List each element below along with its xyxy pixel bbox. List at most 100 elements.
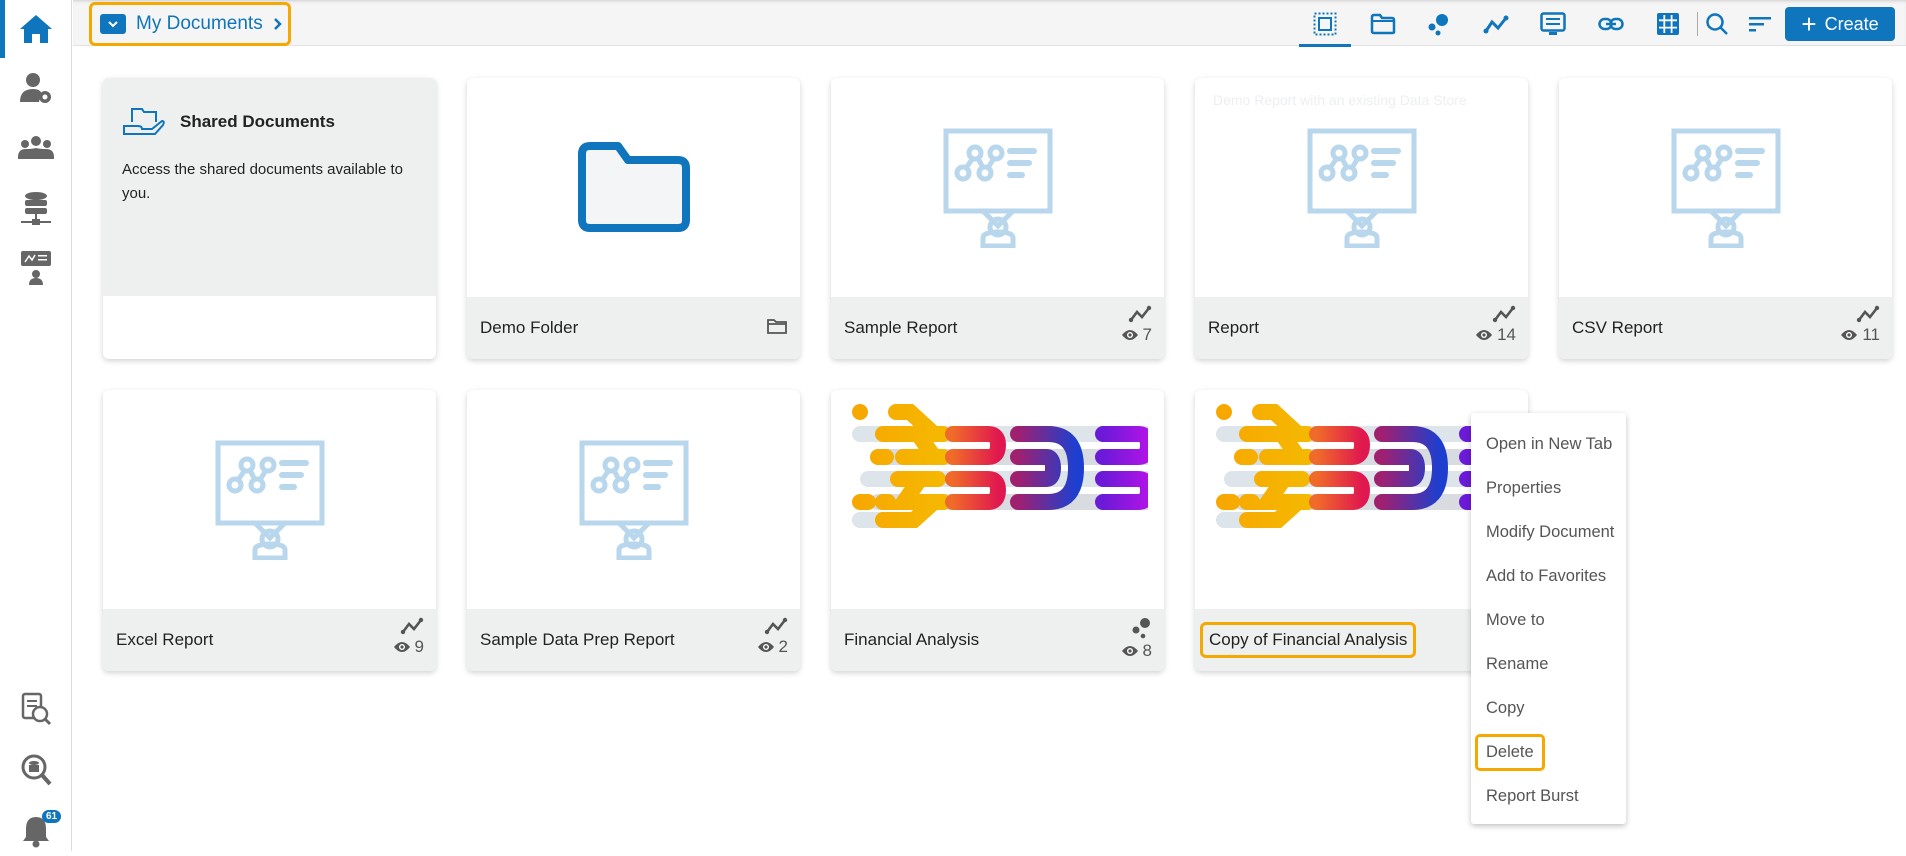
search-button[interactable] (1697, 6, 1737, 42)
eye-icon (1121, 330, 1138, 340)
search-icon (1706, 13, 1728, 35)
sidebar-item-notifications[interactable]: 61 (0, 806, 72, 856)
menu-item-rename[interactable]: Rename (1471, 642, 1626, 686)
card-footer (103, 296, 436, 359)
card-title[interactable]: CSV Report (1572, 318, 1663, 338)
presenter-icon (21, 251, 51, 285)
sidebar-item-data-connectors[interactable] (0, 184, 72, 234)
database-network-icon (21, 192, 51, 225)
document-card-financial-analysis[interactable]: Financial Analysis 8 (831, 390, 1164, 671)
card-thumbnail (1559, 78, 1892, 297)
menu-item-report-burst[interactable]: Report Burst (1471, 774, 1626, 818)
menu-item-delete[interactable]: Delete (1471, 730, 1626, 774)
folder-filter-button[interactable] (1363, 6, 1403, 42)
document-card-demo-folder[interactable]: Demo Folder (467, 78, 800, 359)
select-all-button[interactable] (1299, 6, 1351, 47)
view-count: 14 (1475, 325, 1516, 345)
view-count: 2 (757, 637, 788, 657)
report-thumbnail-icon (579, 440, 688, 560)
card-title[interactable]: Financial Analysis (844, 630, 979, 650)
document-card-sample-data-prep-report[interactable]: Sample Data Prep Report 2 (467, 390, 800, 671)
sidebar-item-data-catalog[interactable] (0, 684, 72, 734)
sort-button[interactable] (1740, 6, 1780, 42)
folder-thumbnail-icon (577, 141, 690, 232)
report-filter-button[interactable] (1476, 6, 1516, 42)
card-title[interactable]: Report (1208, 318, 1259, 338)
menu-item-label: Modify Document (1486, 522, 1615, 541)
folder-dropdown-icon[interactable] (100, 14, 126, 34)
menu-item-label: Rename (1486, 654, 1549, 673)
report-type-icon (1128, 305, 1152, 323)
report-type-icon (1492, 305, 1516, 323)
sidebar-item-home[interactable] (0, 0, 72, 58)
menu-item-add-to-favorites[interactable]: Add to Favorites (1471, 554, 1626, 598)
card-thumbnail (831, 390, 1164, 609)
notification-count-badge: 61 (42, 810, 62, 823)
shared-documents-title: Shared Documents (180, 112, 335, 131)
card-title[interactable]: Excel Report (116, 630, 213, 650)
card-footer: Excel Report 9 (103, 609, 436, 671)
grid-icon (1657, 13, 1679, 35)
sort-icon (1749, 17, 1771, 32)
sidebar-item-groups[interactable] (0, 123, 72, 173)
breadcrumb-my-documents[interactable]: My Documents (136, 13, 263, 35)
shared-documents-card[interactable]: Shared Documents Access the shared docum… (103, 78, 436, 359)
view-count-value: 7 (1142, 325, 1152, 344)
card-thumbnail (467, 390, 800, 609)
story-logo-thumbnail (851, 404, 1148, 528)
menu-item-label: Properties (1486, 478, 1562, 497)
menu-item-modify-document[interactable]: Modify Document (1471, 510, 1626, 554)
menu-item-properties[interactable]: Properties (1471, 466, 1626, 510)
report-type-icon (1856, 305, 1880, 323)
card-footer: Demo Folder (467, 297, 800, 359)
document-card-report[interactable]: Demo Report with an existing Data Store R… (1195, 78, 1528, 359)
report-thumbnail-icon (1671, 128, 1780, 248)
report-type-icon (764, 617, 788, 635)
report-type-icon (400, 617, 424, 635)
card-title[interactable]: Sample Data Prep Report (480, 630, 675, 650)
eye-icon (1121, 646, 1138, 656)
document-card-csv-report[interactable]: CSV Report 11 (1559, 78, 1892, 359)
menu-item-copy[interactable]: Copy (1471, 686, 1626, 730)
card-title[interactable]: Demo Folder (480, 318, 578, 338)
menu-item-label: Add to Favorites (1486, 566, 1607, 585)
user-gear-icon (20, 73, 51, 103)
presentation-filter-button[interactable] (1533, 6, 1573, 42)
menu-item-label: Report Burst (1486, 786, 1579, 805)
folder-type-icon (767, 319, 787, 334)
view-count-value: 9 (414, 637, 424, 656)
document-card-sample-report[interactable]: Sample Report 7 (831, 78, 1164, 359)
home-icon (20, 15, 52, 43)
view-count-value: 14 (1497, 325, 1516, 344)
eye-icon (1476, 330, 1493, 340)
eye-icon (757, 642, 774, 652)
document-card-excel-report[interactable]: Excel Report 9 (103, 390, 436, 671)
menu-item-label: Copy (1486, 698, 1525, 717)
create-label: Create (1824, 13, 1879, 34)
card-title[interactable]: Copy of Financial Analysis (1200, 622, 1417, 658)
create-button[interactable]: + Create (1785, 7, 1895, 41)
menu-item-move-to[interactable]: Move to (1471, 598, 1626, 642)
grid-view-button[interactable] (1648, 6, 1688, 42)
sidebar-item-user-settings[interactable] (0, 63, 72, 113)
shared-folder-hand-icon (123, 108, 165, 135)
sidebar: 61 (0, 0, 72, 851)
view-count-value: 8 (1142, 641, 1152, 660)
card-description: Demo Report with an existing Data Store (1213, 92, 1467, 108)
report-thumbnail-icon (943, 128, 1052, 248)
bubble-chart-icon (1428, 14, 1448, 36)
card-title[interactable]: Sample Report (844, 318, 957, 338)
shared-documents-description: Access the shared documents available to… (122, 161, 403, 202)
report-thumbnail-icon (215, 440, 324, 560)
top-toolbar: My Documents (73, 0, 1906, 46)
menu-item-label: Delete (1475, 733, 1545, 771)
sidebar-item-presentation[interactable] (0, 243, 72, 293)
menu-item-open-in-new-tab[interactable]: Open in New Tab (1471, 422, 1626, 466)
sidebar-item-search-data[interactable] (0, 745, 72, 795)
card-footer: Sample Report 7 (831, 297, 1164, 359)
card-footer: CSV Report 11 (1559, 297, 1892, 359)
link-filter-button[interactable] (1591, 6, 1631, 42)
story-filter-button[interactable] (1418, 6, 1458, 42)
report-thumbnail-icon (1307, 128, 1416, 248)
breadcrumb[interactable]: My Documents (89, 2, 291, 46)
